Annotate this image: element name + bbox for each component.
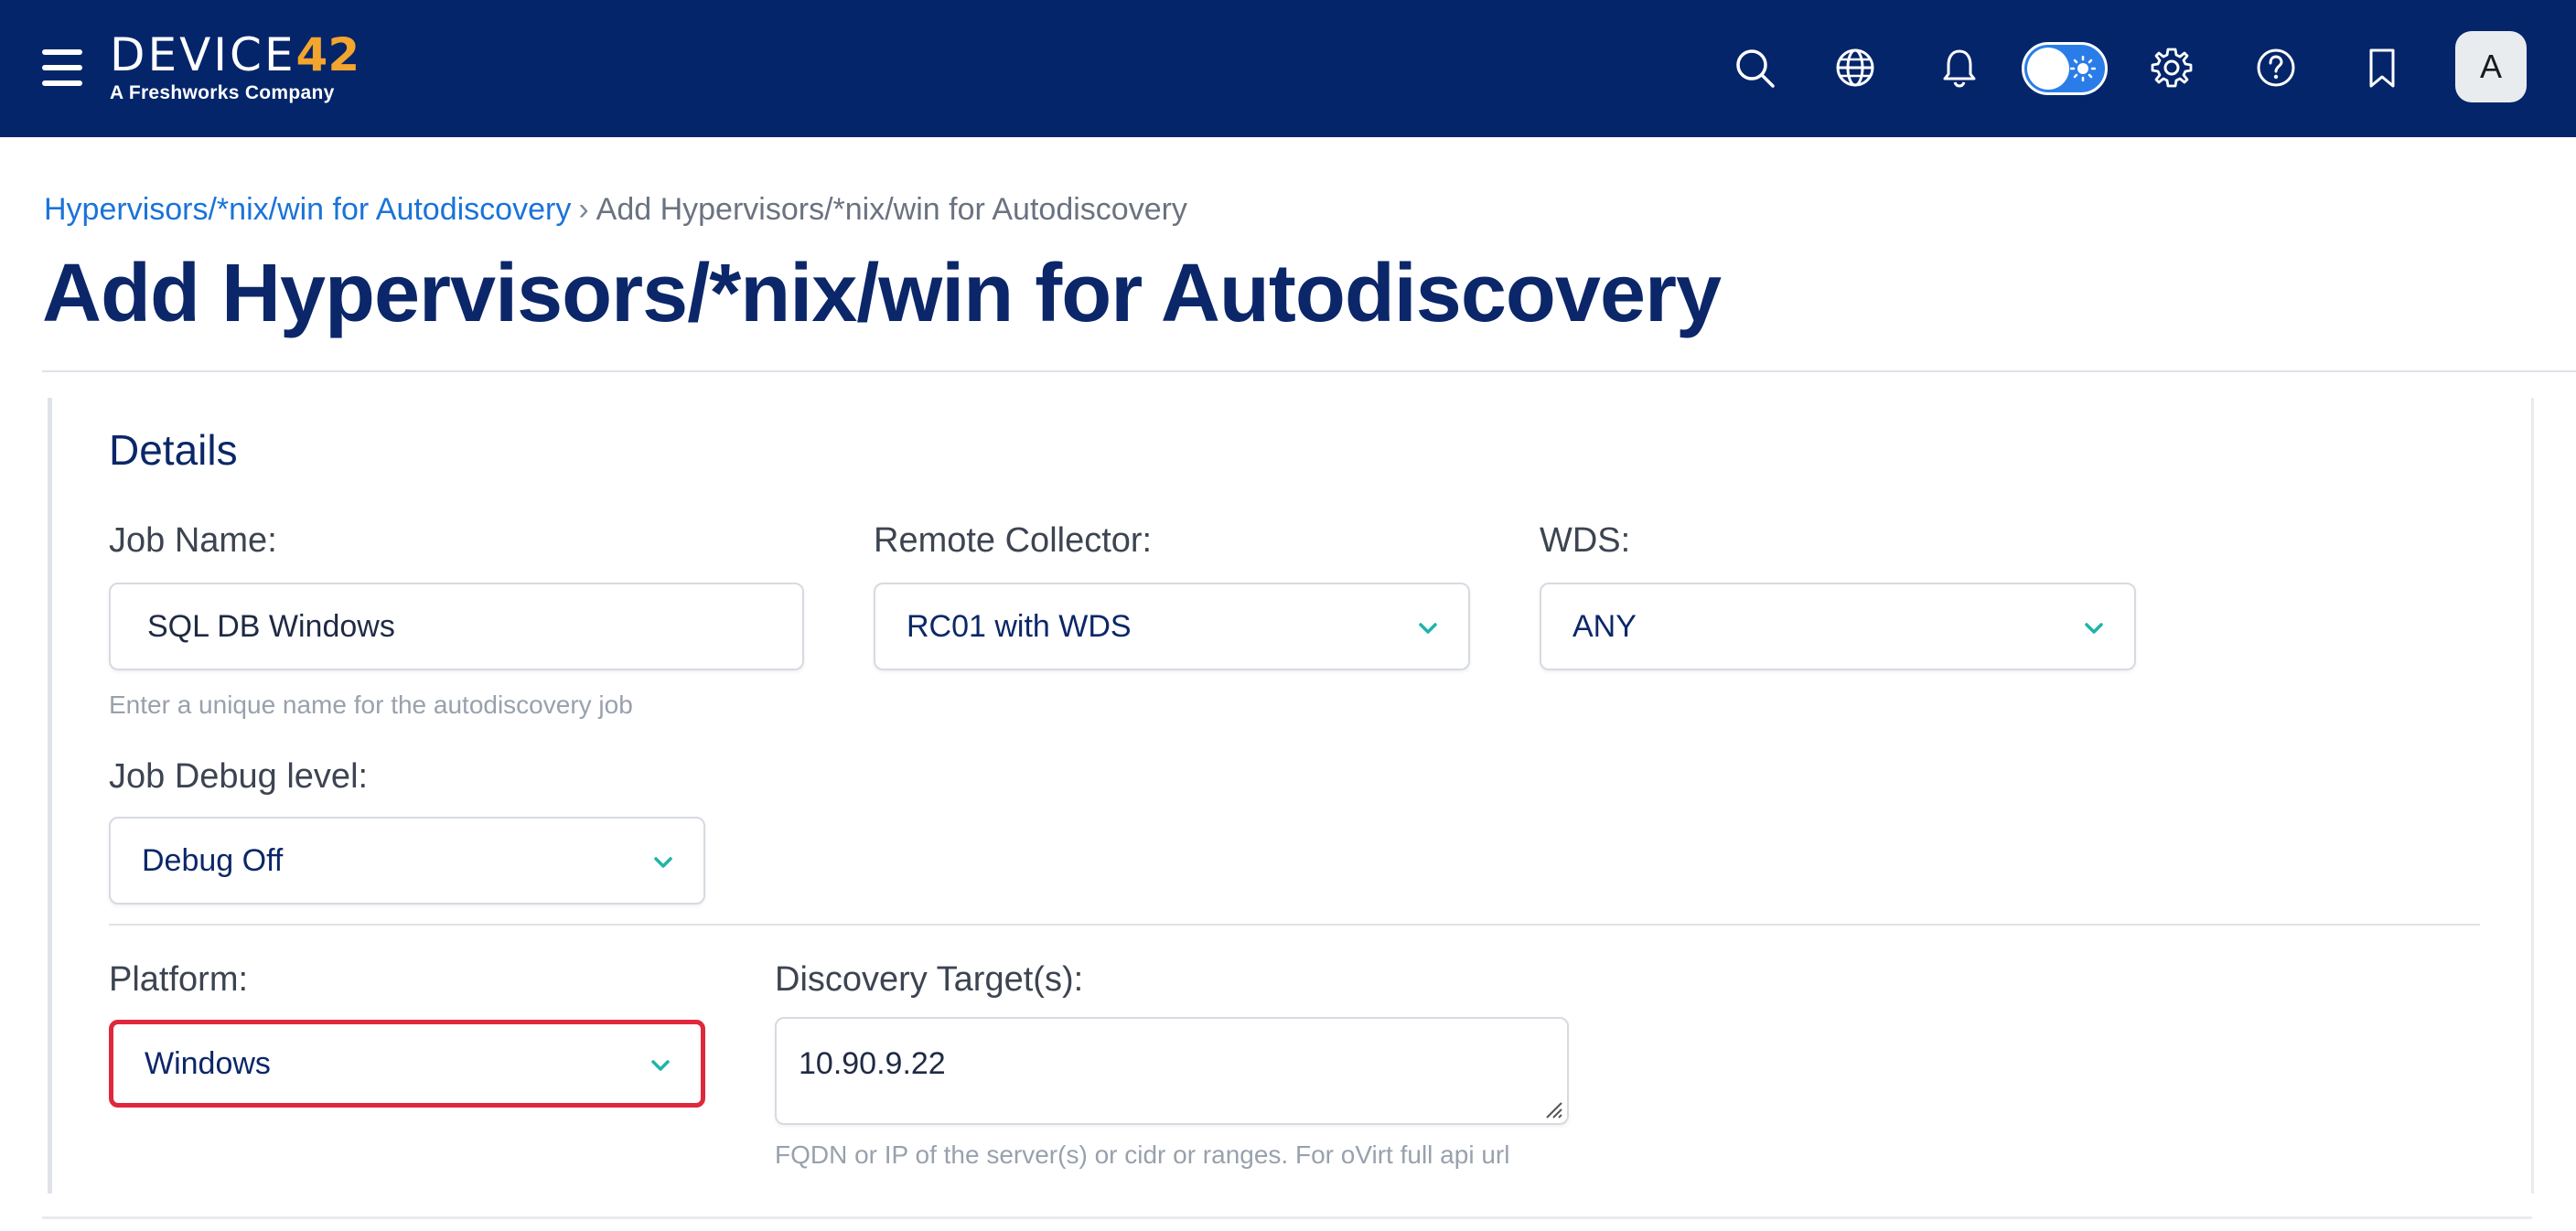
logo-wordmark: DEVICE42: [110, 28, 360, 81]
gear-icon[interactable]: [2146, 42, 2197, 93]
theme-toggle[interactable]: [2022, 42, 2108, 95]
help-icon[interactable]: [2250, 42, 2302, 93]
breadcrumb: Hypervisors/*nix/win for Autodiscovery › A…: [44, 192, 1187, 228]
chevron-down-icon: [1419, 623, 1437, 634]
search-icon[interactable]: [1729, 42, 1780, 93]
job-debug-level-select[interactable]: Debug Off: [109, 817, 705, 905]
top-nav-bar: DEVICE42 A Freshworks Company A: [0, 0, 2576, 137]
discovery-targets-help-text: FQDN or IP of the server(s) or cidr or r…: [775, 1140, 1510, 1169]
wds-select[interactable]: ANY: [1540, 583, 2136, 670]
wds-label: WDS:: [1540, 521, 1631, 560]
remote-collector-select[interactable]: RC01 with WDS: [874, 583, 1470, 670]
platform-select[interactable]: Windows: [109, 1020, 705, 1108]
avatar[interactable]: A: [2455, 31, 2527, 102]
breadcrumb-current: Add Hypervisors/*nix/win for Autodiscove…: [596, 192, 1187, 227]
discovery-targets-label: Discovery Target(s):: [775, 960, 1084, 999]
globe-icon[interactable]: [1830, 42, 1881, 93]
sun-icon: [2070, 56, 2096, 81]
bell-icon[interactable]: [1934, 42, 1985, 93]
page-title: Add Hypervisors/*nix/win for Autodiscove…: [42, 248, 1722, 339]
job-debug-level-value: Debug Off: [142, 842, 284, 878]
chevron-down-icon: [651, 1060, 670, 1071]
chevron-down-icon: [654, 857, 672, 868]
job-name-label: Job Name:: [109, 521, 277, 560]
breadcrumb-separator: ›: [578, 192, 589, 227]
discovery-targets-value: 10.90.9.22: [799, 1046, 946, 1081]
logo-subtitle: A Freshworks Company: [110, 82, 335, 103]
platform-label: Platform:: [109, 960, 249, 999]
bookmark-icon[interactable]: [2356, 42, 2408, 93]
job-name-help-text: Enter a unique name for the autodiscover…: [109, 690, 633, 719]
job-debug-level-label: Job Debug level:: [109, 757, 369, 796]
toggle-knob: [2027, 48, 2069, 90]
resize-grip-icon[interactable]: [1541, 1097, 1563, 1119]
remote-collector-value: RC01 with WDS: [907, 608, 1132, 644]
chevron-down-icon: [2085, 623, 2103, 634]
menu-icon[interactable]: [42, 49, 82, 86]
title-divider: [42, 370, 2576, 372]
section-title-details: Details: [109, 426, 238, 474]
breadcrumb-parent-link[interactable]: Hypervisors/*nix/win for Autodiscovery: [44, 192, 571, 227]
bottom-divider: [42, 1216, 2532, 1219]
discovery-targets-textarea[interactable]: 10.90.9.22: [775, 1017, 1569, 1125]
section-divider: [109, 924, 2480, 926]
details-card: Details Job Name: SQL DB Windows Enter a…: [48, 398, 2534, 1194]
device42-logo[interactable]: DEVICE42 A Freshworks Company: [110, 31, 360, 104]
platform-value: Windows: [145, 1045, 271, 1081]
wds-value: ANY: [1572, 608, 1637, 644]
job-name-input[interactable]: SQL DB Windows: [109, 583, 804, 670]
remote-collector-label: Remote Collector:: [874, 521, 1153, 560]
